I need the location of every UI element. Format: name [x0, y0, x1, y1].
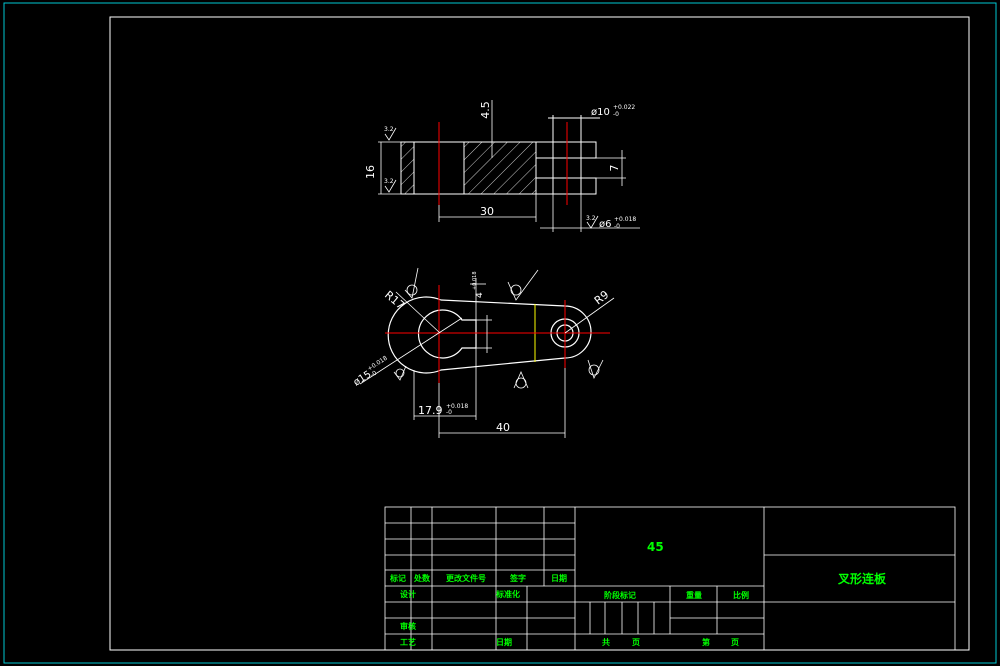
dim-dia-6-tol-low: -0: [614, 223, 620, 230]
dim-7: 7: [608, 165, 621, 172]
dim-17-9-tol-low: -0: [446, 409, 452, 416]
tb-weight: 重量: [686, 590, 702, 600]
tb-signature: 签字: [509, 573, 526, 583]
fork-outline-lower: [536, 177, 597, 195]
dim-16: 16: [364, 165, 377, 179]
dim-dia-6-tol: +0.018: [614, 216, 636, 223]
tb-check: 审核: [400, 621, 416, 631]
dim-dia-15-tol: +0.018: [366, 355, 389, 373]
hatch-main: [463, 141, 537, 195]
hatch-left: [400, 141, 415, 195]
tb-date2: 日期: [496, 637, 512, 647]
rough-1: 3.2: [384, 126, 394, 133]
tb-change-doc: 更改文件号: [446, 573, 486, 583]
tb-mark: 标记: [389, 573, 406, 583]
front-view: R17 R9 ø15 +0.018 -0 4 +0.018 17.9 +0.01…: [352, 267, 615, 438]
tb-sheet-unit2: 页: [731, 638, 739, 647]
dim-30: 30: [480, 205, 494, 218]
bore-with-keyway: [417, 309, 477, 359]
tb-standardize: 标准化: [495, 589, 520, 599]
tb-process: 工艺: [400, 637, 416, 647]
dim-4-5: 4.5: [479, 101, 492, 119]
tb-design: 设计: [400, 589, 416, 599]
tb-sheet-unit: 页: [632, 638, 640, 647]
cad-drawing: 16 3.2 3.2 4.5 ø10 +0.022 -0 7 30 3.2 ø6…: [3, 2, 997, 664]
rough-2: 3.2: [384, 178, 394, 185]
top-view: 16 3.2 3.2 4.5 ø10 +0.022 -0 7 30 3.2 ø6…: [364, 100, 640, 232]
dim-dia-10-tol: +0.022: [613, 104, 635, 111]
tb-stage-mark: 阶段标记: [604, 590, 636, 600]
dim-keyway-4-tol: +0.018: [472, 271, 478, 290]
dim-keyway-4: 4: [475, 292, 485, 298]
tb-material: 45: [647, 540, 664, 554]
rough-3: 3.2: [586, 215, 596, 222]
dim-dia-10: ø10: [591, 107, 610, 118]
tb-sheet-no: 第: [702, 637, 710, 647]
dim-dia-6: ø6: [599, 219, 611, 230]
dim-r9: R9: [592, 288, 612, 307]
tb-part-name: 叉形连板: [837, 571, 887, 586]
dim-dia-10-tol-low: -0: [613, 111, 619, 118]
tb-scale: 比例: [733, 590, 749, 600]
tb-date: 日期: [551, 573, 567, 583]
dim-r17: R17: [382, 288, 407, 312]
tb-sheets-total: 共: [602, 637, 610, 647]
fork-outline: [536, 141, 597, 159]
dim-40: 40: [496, 421, 510, 434]
tb-count: 处数: [413, 573, 431, 583]
